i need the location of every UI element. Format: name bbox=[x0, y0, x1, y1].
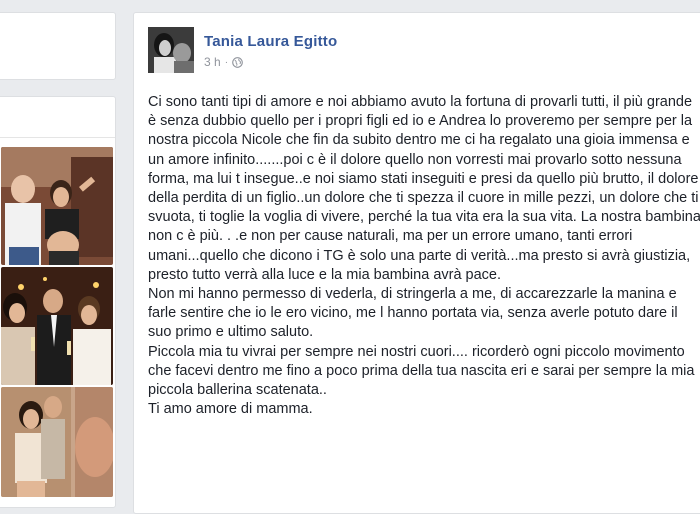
meta-separator: · bbox=[224, 56, 229, 68]
photo-thumbnail-1[interactable] bbox=[1, 147, 113, 265]
photos-card-header bbox=[0, 97, 115, 138]
left-info-box bbox=[0, 12, 116, 80]
post-paragraph: Piccola mia tu vivrai per sempre nei nos… bbox=[148, 343, 695, 399]
post-meta: 3 h · bbox=[204, 55, 243, 69]
post-paragraph: Ci sono tanti tipi di amore e noi abbiam… bbox=[148, 94, 700, 283]
post-paragraph: Non mi hanno permesso di vederla, di str… bbox=[148, 286, 678, 341]
photo-thumbnail-3[interactable] bbox=[1, 387, 113, 497]
photo-thumbnail-2[interactable] bbox=[1, 267, 113, 385]
avatar[interactable] bbox=[148, 27, 194, 73]
post-body: Ci sono tanti tipi di amore e noi abbiam… bbox=[148, 93, 700, 419]
post-time[interactable]: 3 h bbox=[204, 55, 221, 69]
globe-icon[interactable] bbox=[232, 56, 243, 68]
post-paragraph: Ti amo amore di mamma. bbox=[148, 401, 313, 418]
left-column bbox=[0, 0, 122, 508]
post-author-name[interactable]: Tania Laura Egitto bbox=[204, 33, 337, 50]
photos-card bbox=[0, 96, 116, 508]
post-card: Tania Laura Egitto 3 h · Ci sono tanti t… bbox=[133, 12, 700, 514]
